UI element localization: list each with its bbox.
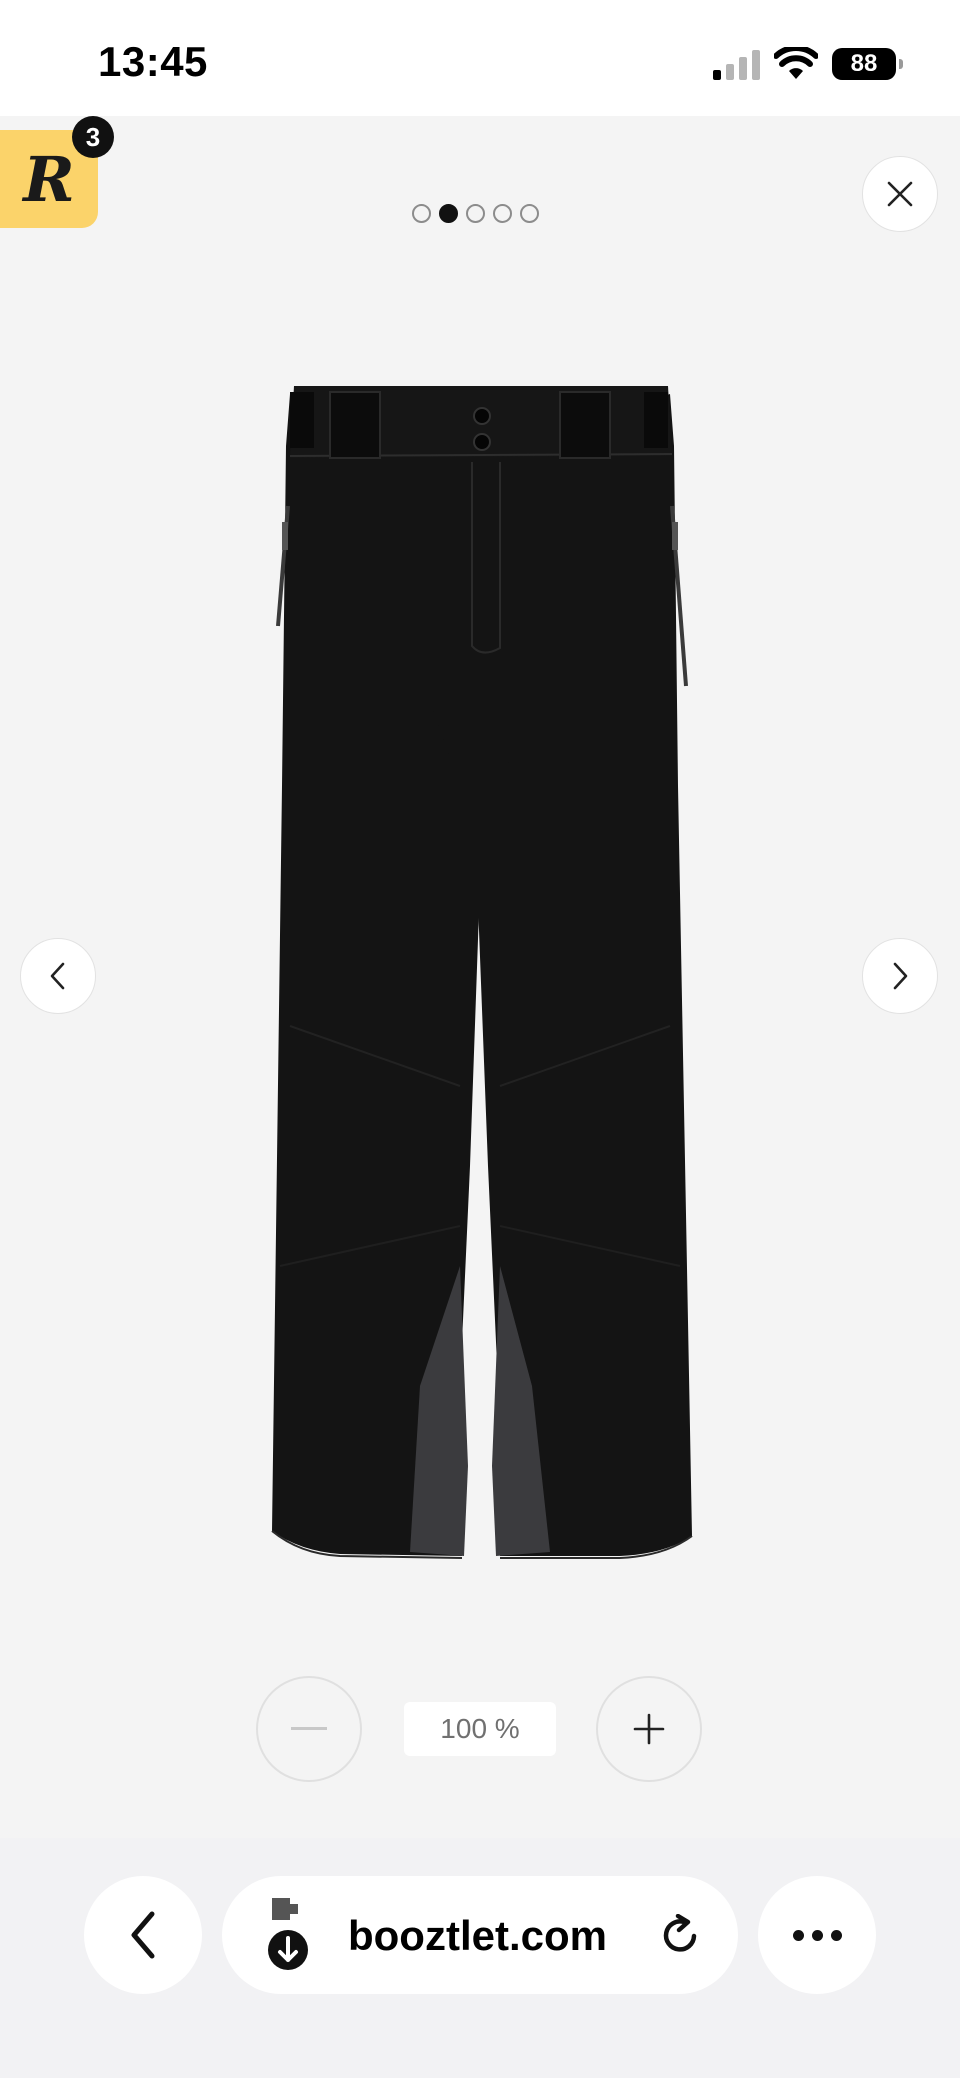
- address-bar[interactable]: booztlet.com: [222, 1876, 738, 1994]
- status-bar: 13:45 88: [0, 0, 960, 116]
- more-icon: [792, 1929, 804, 1941]
- reload-icon[interactable]: [660, 1914, 702, 1956]
- rewards-count-badge: 3: [72, 116, 114, 158]
- next-image-button[interactable]: [862, 938, 938, 1014]
- extension-download-icon[interactable]: [268, 1898, 314, 1972]
- battery-icon: 88: [832, 48, 903, 80]
- pagination-dot-active[interactable]: [439, 204, 458, 223]
- pagination-dot[interactable]: [520, 204, 539, 223]
- minus-icon: [291, 1727, 327, 1730]
- pagination-dot[interactable]: [466, 204, 485, 223]
- zoom-level: 100 %: [404, 1702, 556, 1756]
- more-options-button[interactable]: [758, 1876, 876, 1994]
- battery-level: 88: [850, 50, 878, 77]
- address-bar-url: booztlet.com: [348, 1912, 607, 1959]
- status-icons: 88: [713, 44, 903, 84]
- close-gallery-button[interactable]: [862, 156, 938, 232]
- zoom-in-button[interactable]: [596, 1676, 702, 1782]
- close-icon: [887, 181, 913, 207]
- previous-image-button[interactable]: [20, 938, 96, 1014]
- pagination-dot[interactable]: [412, 204, 431, 223]
- product-image: [271, 386, 693, 1559]
- browser-back-button[interactable]: [84, 1876, 202, 1994]
- rewards-logo: R: [23, 142, 75, 216]
- plus-icon: [633, 1713, 665, 1745]
- pagination-dot[interactable]: [493, 204, 512, 223]
- wifi-icon: [774, 47, 818, 79]
- cellular-signal-icon: [713, 48, 760, 80]
- image-pagination: [412, 204, 539, 223]
- chevron-right-icon: [893, 962, 908, 990]
- zoom-out-button[interactable]: [256, 1676, 362, 1782]
- chevron-left-icon: [50, 962, 65, 990]
- back-icon: [131, 1911, 155, 1959]
- status-time: 13:45: [98, 38, 208, 85]
